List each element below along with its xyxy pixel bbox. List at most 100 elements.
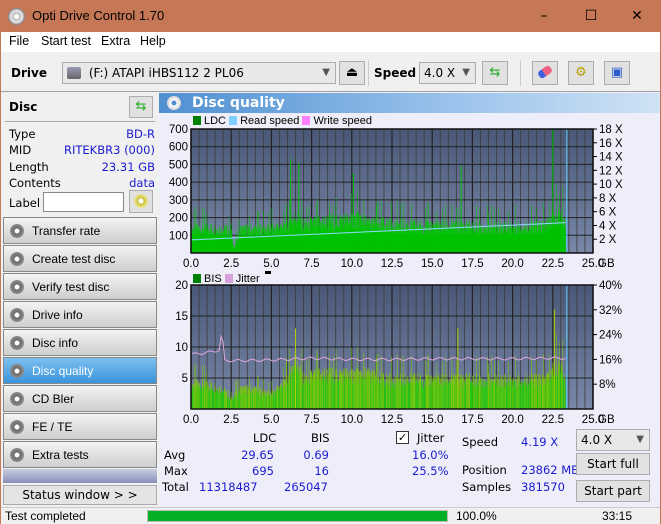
nav-disc-info[interactable]: Disc info	[3, 329, 157, 356]
status-text: Test completed	[5, 509, 86, 523]
disc-icon	[134, 194, 148, 208]
refresh-icon: ⇆	[135, 99, 147, 114]
max-jitter: 25.5%	[412, 464, 449, 478]
nav-disc-quality[interactable]: Disc quality	[3, 357, 157, 384]
x-tick-label: 5.0	[263, 258, 279, 270]
disc-header: Disc	[9, 100, 38, 114]
x-tick-label: 22.5	[542, 258, 564, 270]
label-input[interactable]	[43, 192, 124, 212]
y-tick-label: 15	[175, 311, 188, 323]
y2-tick-label: 4 X	[599, 220, 617, 232]
y2-tick-label: 18 X	[599, 124, 623, 136]
y2-tick-label: 10 X	[599, 179, 623, 191]
main-panel: Disc quality LDC Read speed Write speed …	[159, 92, 660, 507]
avg-ldc: 29.65	[241, 448, 274, 462]
ldc-chart: 100 200 300 400 500 600 700 0.0 2.5 5.0 7.5 10.0 12.…	[169, 124, 623, 270]
drive-icon	[67, 67, 81, 79]
save-button[interactable]: ▣	[604, 61, 630, 85]
nav-transfer-rate[interactable]: Transfer rate	[3, 217, 157, 244]
test-speed-select[interactable]: 4.0 X ▼	[576, 429, 650, 451]
erase-button[interactable]	[532, 61, 558, 85]
start-part-button[interactable]: Start part	[576, 480, 650, 502]
drive-select[interactable]: (F:) ATAPI iHBS112 2 PL06 ▼	[62, 62, 336, 84]
title-bar: Opti Drive Control 1.70 – ☐ ✕	[1, 1, 660, 32]
status-window-button[interactable]: Status window > >	[3, 485, 157, 505]
y-tick-label: 10	[175, 342, 188, 354]
y-tick-label: 600	[169, 142, 188, 154]
start-full-button[interactable]: Start full	[576, 453, 650, 475]
avg-jitter: 16.0%	[412, 448, 449, 462]
samples-label: Samples	[462, 480, 512, 494]
sidebar: Disc ⇆ Type BD-R MID RITEKBR3 (000) Length…	[1, 92, 159, 507]
y2-tick-label: 16 X	[599, 138, 623, 150]
maximize-button[interactable]: ☐	[568, 1, 614, 32]
total-label: Total	[162, 480, 189, 494]
y2-tick-label: 2 X	[599, 234, 617, 246]
nav-create-test-disc[interactable]: Create test disc	[3, 245, 157, 272]
total-ldc: 11318487	[199, 480, 258, 494]
settings-button[interactable]: ⚙	[568, 61, 594, 85]
nav-cd-bler[interactable]: CD Bler	[3, 385, 157, 412]
label-disc-button[interactable]	[129, 190, 153, 213]
max-bis: 16	[314, 464, 329, 478]
menu-help[interactable]: Help	[140, 34, 166, 48]
disc-info-icon	[10, 336, 24, 350]
x-tick-label: 7.5	[304, 258, 320, 270]
status-bar: Test completed 100.0% 33:15	[1, 507, 660, 524]
y-tick-label: 200	[169, 213, 188, 225]
max-label: Max	[164, 464, 188, 478]
progress-fill	[148, 511, 447, 521]
jitter-checkbox[interactable]: ✓	[396, 431, 409, 444]
eject-button[interactable]: ⏏	[339, 61, 365, 85]
close-button[interactable]: ✕	[614, 1, 660, 32]
x-tick-label: 7.5	[304, 414, 320, 426]
nav-spacer	[3, 469, 157, 483]
x-tick-label: 22.5	[542, 414, 564, 426]
drive-value: (F:) ATAPI iHBS112 2 PL06	[88, 66, 244, 80]
y2-tick-label: 40%	[599, 280, 622, 292]
x-tick-label: 2.5	[223, 414, 239, 426]
verify-disc-icon	[10, 280, 24, 294]
x-tick-label: 10.0	[341, 414, 363, 426]
x-axis-unit: GB	[598, 258, 615, 270]
drive-label: Drive	[11, 66, 47, 80]
create-disc-icon	[10, 252, 24, 266]
fe-te-icon	[10, 420, 24, 434]
position-value: 23862 MB	[521, 463, 580, 477]
samples-value: 381570	[521, 480, 565, 494]
disc-quality-icon	[10, 364, 24, 378]
disc-panel: Disc ⇆ Type BD-R MID RITEKBR3 (000) Length…	[3, 94, 157, 214]
x-tick-label: 17.5	[461, 414, 483, 426]
nav-drive-info[interactable]: Drive info	[3, 301, 157, 328]
menu-start-test[interactable]: Start test	[41, 34, 91, 48]
y2-tick-label: 8 X	[599, 193, 617, 205]
y2-tick-label: 8%	[599, 379, 616, 391]
x-tick-label: 0.0	[183, 414, 199, 426]
max-ldc: 695	[252, 464, 274, 478]
menu-file[interactable]: File	[9, 34, 29, 48]
position-label: Position	[462, 463, 507, 477]
y-tick-label: 400	[169, 177, 188, 189]
nav-verify-test-disc[interactable]: Verify test disc	[3, 273, 157, 300]
chevron-down-icon: ▼	[462, 67, 470, 78]
app-window: Opti Drive Control 1.70 – ☐ ✕ File Start…	[0, 0, 661, 524]
drive-info-icon	[10, 308, 24, 322]
y-tick-label: 700	[169, 124, 188, 136]
x-axis-unit: GB	[598, 414, 615, 426]
x-tick-label: 10.0	[341, 258, 363, 270]
disc-refresh-button[interactable]: ⇆	[129, 96, 153, 118]
x-tick-label: 17.5	[461, 258, 483, 270]
elapsed-time: 33:15	[602, 509, 633, 523]
y-tick-label: 100	[169, 230, 188, 242]
nav-fe-te[interactable]: FE / TE	[3, 413, 157, 440]
x-tick-label: 5.0	[263, 414, 279, 426]
panel-header: Disc quality	[159, 93, 660, 113]
minimize-button[interactable]: –	[521, 1, 567, 32]
menu-extra[interactable]: Extra	[101, 34, 130, 48]
bis-chart: 5 10 15 20 0.0 2.5 5.0 7.5 10.0 12.5 15.0 17.5 20.0 2…	[175, 280, 622, 426]
nav-extra-tests[interactable]: Extra tests	[3, 441, 157, 468]
refresh-button[interactable]: ⇆	[482, 61, 508, 85]
speed-select[interactable]: 4.0 X ▼	[419, 62, 476, 84]
cd-bler-icon	[10, 392, 24, 406]
total-bis: 265047	[284, 480, 328, 494]
